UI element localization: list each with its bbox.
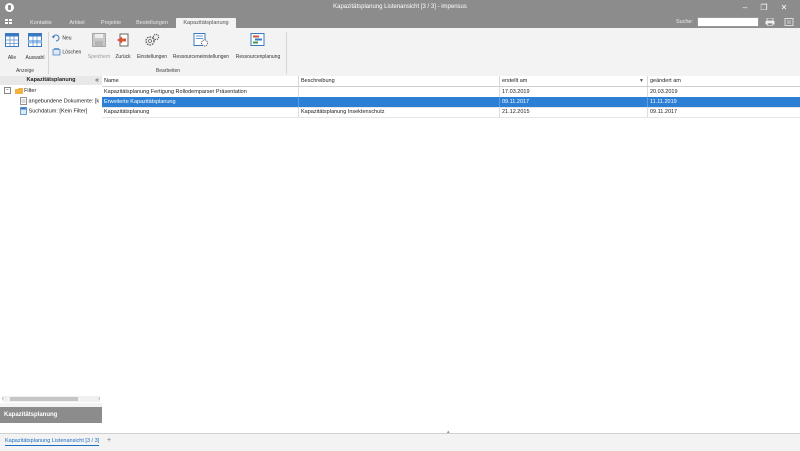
back-icon	[117, 33, 129, 47]
column-header-created[interactable]: erstellt am ▼	[500, 76, 648, 86]
add-tab-button[interactable]: +	[107, 437, 111, 444]
ribbon-separator	[48, 32, 49, 74]
document-filter-icon	[20, 97, 27, 105]
folder-icon	[14, 87, 23, 94]
ribbon: Alle Auswahl Anzeige Neu Löschen Speiche…	[0, 28, 800, 77]
cell-created: 17.03.2019	[500, 87, 648, 97]
search-label: Suche:	[676, 19, 694, 25]
app-menu-icon[interactable]	[5, 19, 13, 25]
table-selection-icon	[28, 33, 42, 47]
group-label-anzeige: Anzeige	[15, 68, 35, 74]
new-icon	[52, 34, 60, 42]
table-all-icon	[5, 33, 19, 47]
show-selection-button[interactable]: Auswahl	[23, 33, 47, 61]
show-selection-label: Auswahl	[25, 55, 45, 61]
save-label: Speichern	[87, 54, 111, 60]
calendar-filter-icon	[20, 107, 27, 115]
cell-description	[299, 87, 500, 97]
document-tab-bar: Kapazitätsplanung Listenansicht [3 / 3] …	[0, 433, 800, 451]
column-header-description[interactable]: Beschreibung	[299, 76, 500, 86]
sort-descending-icon: ▼	[639, 78, 644, 84]
table-row[interactable]: Kapazitätsplanung Kapazitätsplanung Inse…	[102, 107, 800, 118]
tab-artikel[interactable]: Artikel	[62, 18, 92, 28]
title-bar: Kapazitätsplanung Listenansicht [3 / 3] …	[0, 0, 800, 16]
tree-node-attached-documents[interactable]: angebundene Dokumente: [k	[20, 97, 99, 105]
tree-expander-icon[interactable]: −	[4, 87, 11, 94]
delete-button[interactable]: Löschen	[52, 48, 86, 56]
back-label: Zurück	[115, 54, 131, 60]
cell-created: 21.12.2015	[500, 107, 648, 117]
cell-changed: 09.11.2017	[650, 109, 678, 115]
cell-changed: 11.11.2019	[650, 99, 677, 105]
tab-kapazitaetsplanung[interactable]: Kapazitätsplanung	[176, 18, 236, 28]
resource-planning-button[interactable]: Ressourcenplanung	[233, 33, 283, 60]
save-icon	[92, 33, 106, 47]
print-icon[interactable]	[765, 18, 775, 26]
settings-button[interactable]: Einstellungen	[135, 33, 169, 60]
collapse-pane-button[interactable]: «	[95, 76, 99, 85]
tree-node-filter[interactable]: − Filter	[4, 87, 36, 94]
horizontal-scrollbar[interactable]: ‹ ›	[2, 396, 100, 402]
help-icon[interactable]	[784, 18, 794, 26]
tab-projekte[interactable]: Projekte	[94, 18, 128, 28]
delete-icon	[52, 48, 61, 56]
scroll-left-icon[interactable]: ‹	[2, 396, 4, 402]
cell-name: Kapazitätsplanung	[102, 107, 299, 117]
save-button[interactable]: Speichern	[87, 33, 111, 60]
cell-created: 09.11.2017	[500, 97, 648, 107]
column-header-changed[interactable]: geändert am	[648, 76, 799, 86]
ribbon-tab-bar: Kontakte Artikel Projekte Bestellungen K…	[0, 16, 800, 28]
settings-label: Einstellungen	[136, 54, 168, 60]
module-caption[interactable]: Kapazitätsplanung	[0, 407, 102, 423]
list-grid: Name Beschreibung erstellt am ▼ geändert…	[102, 76, 800, 435]
gears-icon	[145, 33, 160, 46]
ribbon-separator	[286, 32, 287, 74]
show-all-label: Alle	[7, 55, 17, 61]
column-header-label: erstellt am	[502, 78, 528, 84]
tree-node-label: Suchdatum: [Kein Filter]	[28, 108, 88, 115]
resource-settings-icon	[193, 33, 208, 47]
tree-node-label: angebundene Dokumente: [k	[28, 98, 100, 105]
maximize-button[interactable]: ❐	[758, 3, 770, 13]
resource-planning-icon	[250, 33, 265, 46]
search-input[interactable]	[697, 17, 759, 27]
delete-label: Löschen	[62, 49, 82, 56]
cell-description	[299, 97, 500, 107]
cell-name: Erweiterte Kapazitätsplanung	[102, 97, 299, 107]
resource-planning-label: Ressourcenplanung	[235, 54, 281, 60]
resource-settings-button[interactable]: Ressourceneinstellungen	[171, 33, 231, 60]
document-tab-list-view[interactable]: Kapazitätsplanung Listenansicht [3 / 3]	[5, 438, 100, 446]
scroll-right-icon[interactable]: ›	[98, 396, 100, 402]
group-label-bearbeiten: Bearbeiten	[155, 68, 181, 74]
grid-header: Name Beschreibung erstellt am ▼ geändert…	[102, 76, 800, 87]
navigation-pane: Kapazitätsplanung « − Filter angebundene…	[0, 76, 103, 433]
show-all-button[interactable]: Alle	[3, 33, 21, 61]
back-button[interactable]: Zurück	[113, 33, 133, 60]
close-button[interactable]: ✕	[778, 3, 790, 13]
window-title: Kapazitätsplanung Listenansicht [3 / 3] …	[333, 4, 467, 10]
cell-name: Kapazitätsplanung Fertigung Rollodempars…	[102, 87, 299, 97]
resource-settings-label: Ressourceneinstellungen	[172, 54, 230, 60]
column-header-name[interactable]: Name	[102, 76, 299, 86]
cell-description: Kapazitätsplanung Insektenschutz	[299, 107, 500, 117]
new-label: Neu	[62, 35, 72, 42]
new-button[interactable]: Neu	[52, 34, 74, 42]
tab-kontakte[interactable]: Kontakte	[22, 18, 60, 28]
tree-node-search-date[interactable]: Suchdatum: [Kein Filter]	[20, 107, 87, 115]
tree-node-label: Filter	[24, 87, 37, 94]
scrollbar-thumb[interactable]	[10, 397, 78, 401]
cell-changed: 20.03.2019	[650, 89, 678, 95]
pane-header: Kapazitätsplanung	[0, 76, 102, 85]
tab-bestellungen[interactable]: Bestellungen	[130, 18, 174, 28]
minimize-button[interactable]: –	[739, 3, 751, 13]
